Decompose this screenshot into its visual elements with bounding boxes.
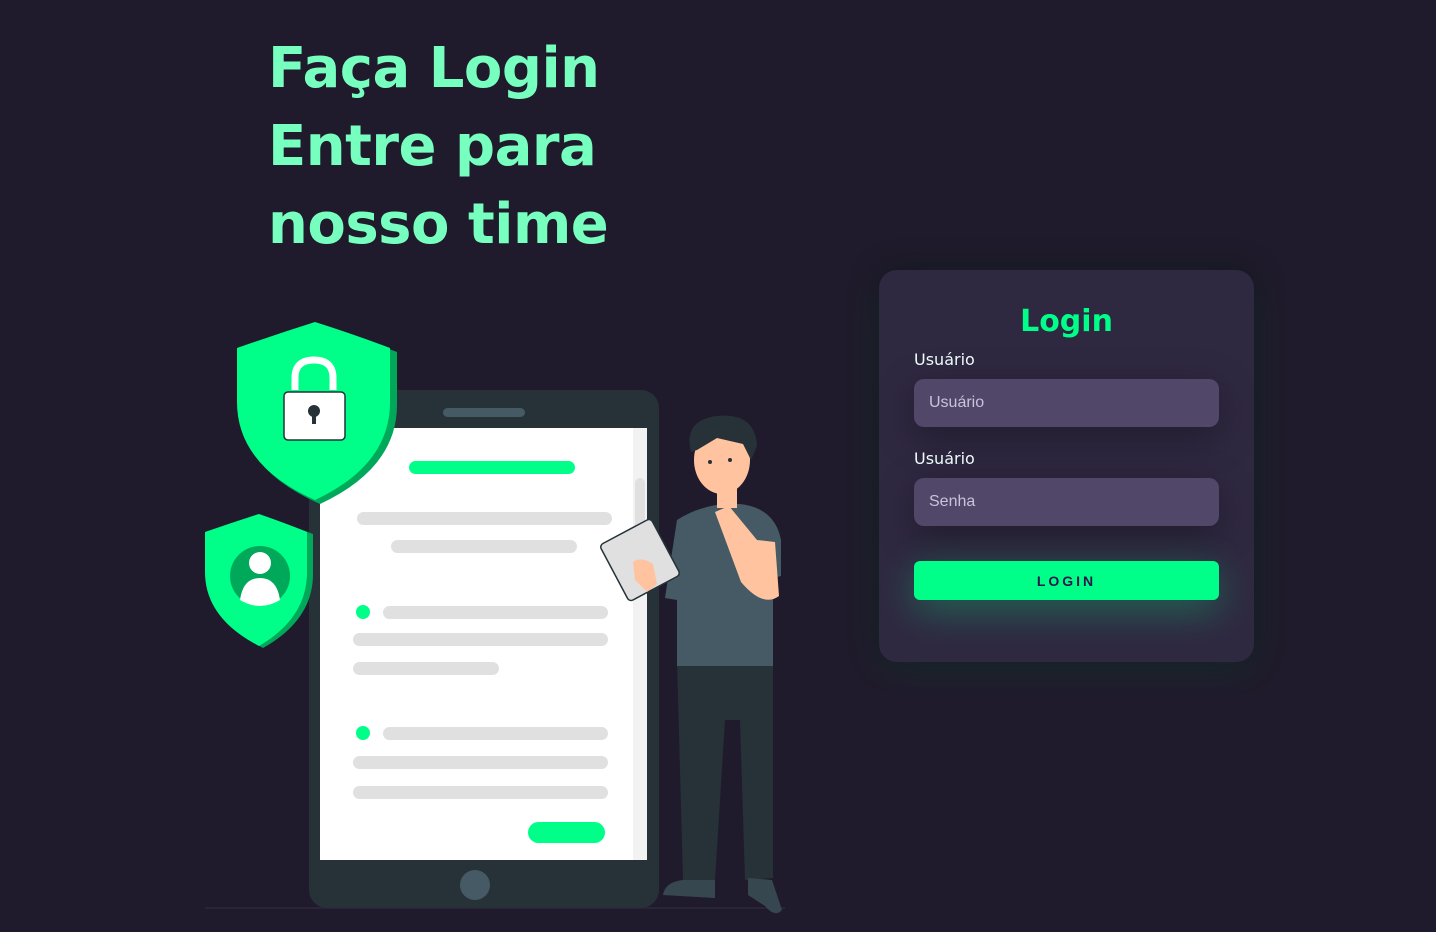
password-input[interactable] bbox=[914, 478, 1219, 526]
hero-headline: Faça Login Entre para nosso time bbox=[268, 30, 609, 264]
username-input[interactable] bbox=[914, 379, 1219, 427]
hero-line-2: Entre para bbox=[268, 114, 597, 179]
user-shield-icon bbox=[205, 514, 313, 648]
password-label: Usuário bbox=[914, 449, 975, 468]
login-title: Login bbox=[1020, 304, 1113, 339]
login-illustration bbox=[205, 322, 785, 914]
login-card: Login Usuário Usuário Login bbox=[879, 270, 1254, 662]
username-label: Usuário bbox=[914, 350, 975, 369]
hero-line-1: Faça Login bbox=[268, 36, 600, 101]
hero-line-3: nosso time bbox=[268, 192, 609, 257]
login-button[interactable]: Login bbox=[914, 561, 1219, 600]
